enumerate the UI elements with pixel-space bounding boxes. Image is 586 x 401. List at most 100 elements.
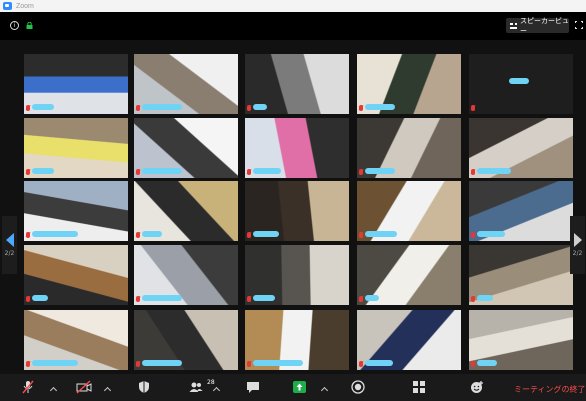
chevron-left-icon: [5, 233, 14, 247]
video-tile[interactable]: [245, 118, 349, 178]
mic-muted-icon: [26, 296, 30, 302]
security-icon[interactable]: [138, 380, 150, 394]
mic-muted-icon: [359, 169, 363, 175]
participants-count: 28: [207, 379, 215, 386]
mic-muted-icon: [136, 361, 140, 367]
participant-name-redacted: [142, 168, 182, 174]
mic-muted-icon: [247, 105, 251, 111]
chevron-right-icon: [573, 233, 582, 247]
participant-name-redacted: [477, 168, 511, 174]
participants-icon[interactable]: [189, 380, 203, 394]
participant-name-redacted: [365, 360, 393, 366]
mic-muted-icon: [136, 169, 140, 175]
participant-name-redacted: [142, 295, 182, 301]
reactions-icon[interactable]: [470, 380, 484, 394]
participant-name-redacted: [253, 295, 275, 301]
video-off-icon[interactable]: [76, 380, 92, 394]
mic-muted-icon[interactable]: [22, 380, 34, 394]
mic-muted-icon: [247, 296, 251, 302]
speaker-view-label: スピーカービュー: [520, 16, 569, 35]
meeting-top-bar: i スピーカービュー: [0, 12, 586, 40]
mic-muted-icon: [26, 105, 30, 111]
video-tile[interactable]: [469, 310, 573, 370]
participant-name-redacted: [32, 231, 78, 237]
video-tile[interactable]: [24, 310, 128, 370]
window-title: Zoom: [16, 2, 34, 10]
participant-name-redacted: [142, 231, 162, 237]
participant-name-redacted: [253, 104, 267, 110]
participant-name-redacted: [253, 360, 303, 366]
video-tile[interactable]: [245, 245, 349, 305]
mic-muted-icon: [471, 361, 475, 367]
video-tile[interactable]: [245, 181, 349, 241]
breakout-icon[interactable]: [413, 380, 425, 394]
end-meeting-label: ミーティングの終了: [514, 384, 586, 394]
video-tile[interactable]: [357, 54, 461, 114]
title-bar: Zoom: [0, 0, 586, 12]
video-options-caret[interactable]: [103, 386, 112, 395]
video-tile[interactable]: [469, 245, 573, 305]
video-tile[interactable]: [134, 310, 238, 370]
meeting-toolbar: 28 ミーティングの終了: [0, 374, 586, 401]
mic-muted-icon: [471, 296, 475, 302]
participant-name-redacted: [142, 104, 182, 110]
speaker-view-button[interactable]: スピーカービュー: [506, 16, 569, 35]
video-tile[interactable]: [357, 310, 461, 370]
video-tile[interactable]: [469, 54, 573, 114]
participant-name-redacted: [365, 231, 397, 237]
video-tile[interactable]: [134, 54, 238, 114]
video-tile[interactable]: [24, 181, 128, 241]
video-tile[interactable]: [24, 54, 128, 114]
participant-name-redacted: [365, 168, 395, 174]
record-icon[interactable]: [351, 380, 365, 394]
share-options-caret[interactable]: [320, 386, 329, 395]
video-tile[interactable]: [134, 181, 238, 241]
video-tile[interactable]: [245, 310, 349, 370]
mic-muted-icon: [471, 232, 475, 238]
video-tile[interactable]: [24, 118, 128, 178]
participant-name-redacted: [477, 231, 505, 237]
mic-muted-icon: [136, 232, 140, 238]
mic-muted-icon: [26, 169, 30, 175]
previous-page-button[interactable]: 2/2: [2, 216, 17, 274]
share-screen-icon[interactable]: [293, 380, 306, 394]
zoom-window: Zoom i スピーカービュー 2/2 2/2 28 ミーティングの終了: [0, 0, 586, 401]
mic-muted-icon: [359, 296, 363, 302]
mic-muted-icon: [247, 232, 251, 238]
video-tile[interactable]: [134, 245, 238, 305]
video-tile[interactable]: [357, 118, 461, 178]
grid-view-icon: [510, 22, 517, 29]
participant-name-redacted: [32, 295, 48, 301]
page-indicator: 2/2: [572, 250, 583, 257]
participant-name-redacted: [253, 231, 279, 237]
participant-name-redacted: [365, 104, 395, 110]
mic-muted-icon: [359, 105, 363, 111]
video-tile[interactable]: [357, 181, 461, 241]
info-icon[interactable]: i: [10, 21, 19, 30]
participant-name-redacted: [253, 168, 281, 174]
video-tile[interactable]: [245, 54, 349, 114]
mic-muted-icon: [136, 296, 140, 302]
participant-name-redacted: [509, 78, 529, 84]
chat-icon[interactable]: [246, 380, 260, 394]
lock-icon[interactable]: [26, 22, 33, 29]
end-meeting-button[interactable]: ミーティングの終了: [514, 381, 586, 397]
mic-muted-icon: [26, 361, 30, 367]
video-tile[interactable]: [134, 118, 238, 178]
mic-muted-icon: [471, 169, 475, 175]
participant-name-redacted: [365, 295, 379, 301]
participant-name-redacted: [32, 104, 54, 110]
video-tile[interactable]: [357, 245, 461, 305]
participant-name-redacted: [477, 295, 493, 301]
video-tile[interactable]: [469, 118, 573, 178]
zoom-logo-icon: [3, 2, 12, 10]
mic-muted-icon: [359, 232, 363, 238]
next-page-button[interactable]: 2/2: [570, 216, 585, 274]
audio-options-caret[interactable]: [49, 386, 58, 395]
video-tile[interactable]: [469, 181, 573, 241]
page-indicator: 2/2: [4, 250, 15, 257]
participants-options-caret[interactable]: [212, 386, 221, 395]
video-tile[interactable]: [24, 245, 128, 305]
fullscreen-icon[interactable]: [574, 20, 584, 30]
participant-name-redacted: [32, 168, 54, 174]
